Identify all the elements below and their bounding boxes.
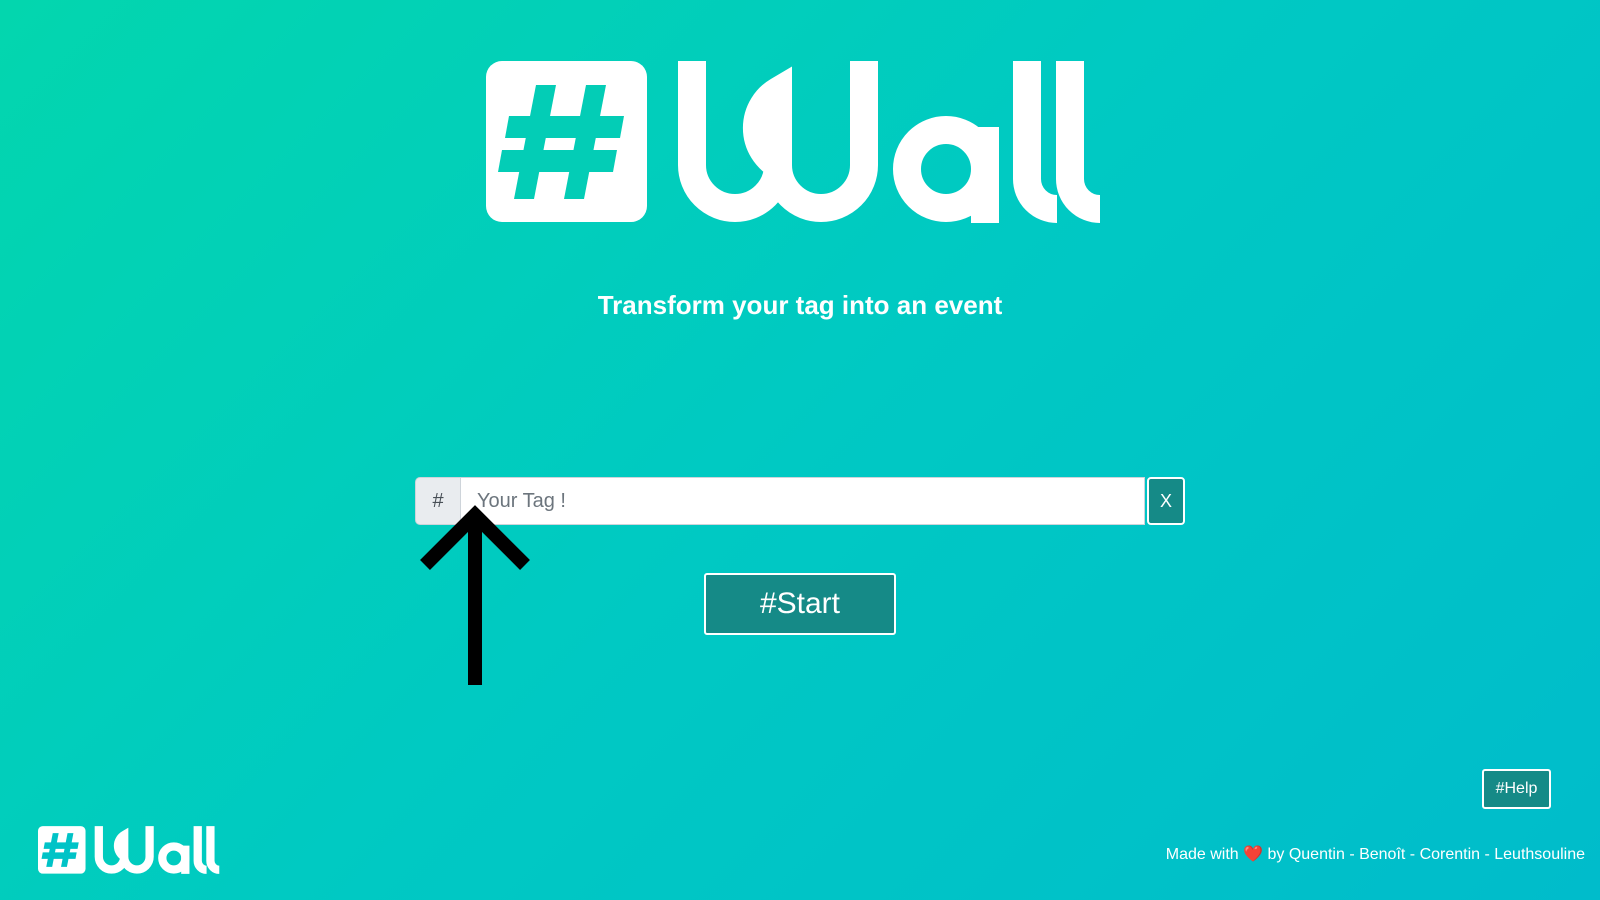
made-with-text: Made with bbox=[1165, 846, 1239, 863]
help-button[interactable]: #Help bbox=[1482, 769, 1551, 809]
start-button[interactable]: #Start bbox=[704, 573, 896, 635]
tag-input[interactable] bbox=[461, 477, 1145, 525]
clear-button[interactable]: X bbox=[1147, 477, 1185, 525]
wall-logo-small bbox=[38, 826, 220, 874]
wall-wordmark bbox=[678, 61, 1101, 223]
credits-text: by Quentin - Benoît - Corentin - Leuthso… bbox=[1267, 846, 1585, 863]
wall-logo bbox=[486, 61, 1101, 223]
page-tagline: Transform your tag into an event bbox=[597, 290, 1003, 320]
footer-credit: Made with ❤️ by Quentin - Benoît - Coren… bbox=[1166, 844, 1585, 864]
tag-search-group: # X bbox=[415, 477, 1185, 525]
heart-icon: ❤️ bbox=[1243, 846, 1264, 863]
arrow-up-icon bbox=[420, 505, 530, 685]
